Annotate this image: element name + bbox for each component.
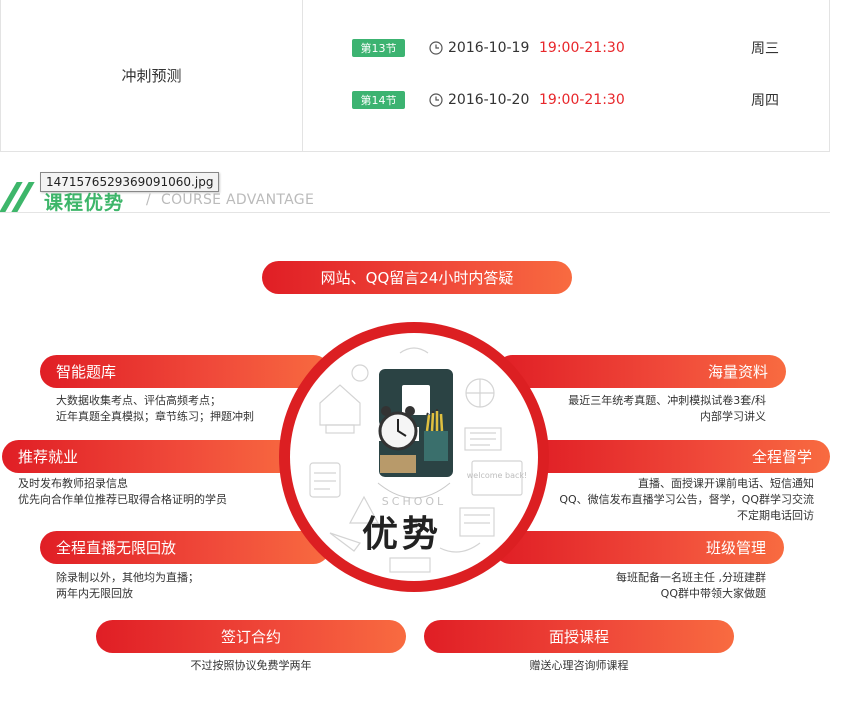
lesson-date: 2016-10-20	[448, 92, 530, 108]
feature-desc: 直播、面授课开课前电话、短信通知 QQ、微信发布直播学习公告，督学，QQ群学习交…	[559, 477, 814, 522]
section-divider	[0, 212, 830, 213]
feature-desc: 及时发布教师招录信息 优先向合作单位推荐已取得合格证明的学员	[18, 477, 227, 506]
feature-pill-class-management: 班级管理	[494, 531, 784, 564]
feature-desc: 最近三年统考真题、冲刺模拟试卷3套/科 内部学习讲义	[568, 394, 766, 423]
feature-pill-smart-bank: 智能题库	[40, 355, 330, 388]
lesson-weekday: 周三	[751, 41, 779, 57]
lesson-badge: 第13节	[352, 39, 405, 57]
feature-pill-materials: 海量资料	[496, 355, 786, 388]
lesson-weekday: 周四	[751, 93, 779, 109]
feature-pill-face-course: 面授课程	[424, 620, 734, 653]
image-tooltip: 1471576529369091060.jpg	[40, 172, 220, 192]
feature-title: 智能题库	[56, 363, 117, 381]
feature-pill-contract: 签订合约	[96, 620, 406, 653]
feature-desc: 除录制以外，其他均为直播； 两年内无限回放	[56, 571, 199, 600]
feature-title: 签订合约	[220, 628, 281, 646]
advantage-title: 优势	[362, 514, 443, 555]
feature-title: 全程督学	[751, 448, 812, 466]
feature-desc: 大数据收集考点、评估高频考点； 近年真题全真模拟；章节练习；押题冲刺	[56, 394, 254, 423]
feature-title: 海量资料	[707, 363, 768, 381]
board-text: welcome back!	[467, 471, 527, 480]
feature-desc: 每班配备一名班主任 ,分班建群 QQ群中带领大家做题	[616, 571, 766, 600]
schedule-row: 第14节 2016-10-20 19:00-21:30 周四	[303, 88, 830, 112]
feature-desc: 赠送心理咨询师课程	[529, 659, 629, 672]
feature-title: 推荐就业	[18, 448, 79, 466]
qa-support-pill: 网站、QQ留言24小时内答疑	[262, 261, 572, 294]
lesson-time: 19:00-21:30	[539, 40, 625, 56]
schedule-table: 冲刺预测 第13节 2016-10-19 19:00-21:30 周三 第14节…	[0, 0, 830, 152]
feature-pill-employment: 推荐就业	[2, 440, 302, 473]
feature-title: 面授课程	[548, 628, 609, 646]
lesson-time: 19:00-21:30	[539, 92, 625, 108]
feature-title: 班级管理	[705, 539, 766, 557]
schedule-row: 第13节 2016-10-19 19:00-21:30 周三	[303, 36, 830, 60]
lesson-date: 2016-10-19	[448, 40, 530, 56]
feature-pill-live-replay: 全程直播无限回放	[40, 531, 330, 564]
feature-pill-supervision: 全程督学	[530, 440, 830, 473]
section-subtitle: COURSE ADVANTAGE	[161, 192, 315, 208]
qa-support-label: 网站、QQ留言24小时内答疑	[320, 269, 514, 287]
section-separator: /	[146, 192, 151, 208]
feature-title: 全程直播无限回放	[56, 539, 177, 557]
clock-icon	[429, 41, 443, 55]
clock-icon	[429, 93, 443, 107]
stage-label: 冲刺预测	[1, 0, 303, 151]
lesson-badge: 第14节	[352, 91, 405, 109]
section-title: 课程优势	[44, 192, 125, 214]
